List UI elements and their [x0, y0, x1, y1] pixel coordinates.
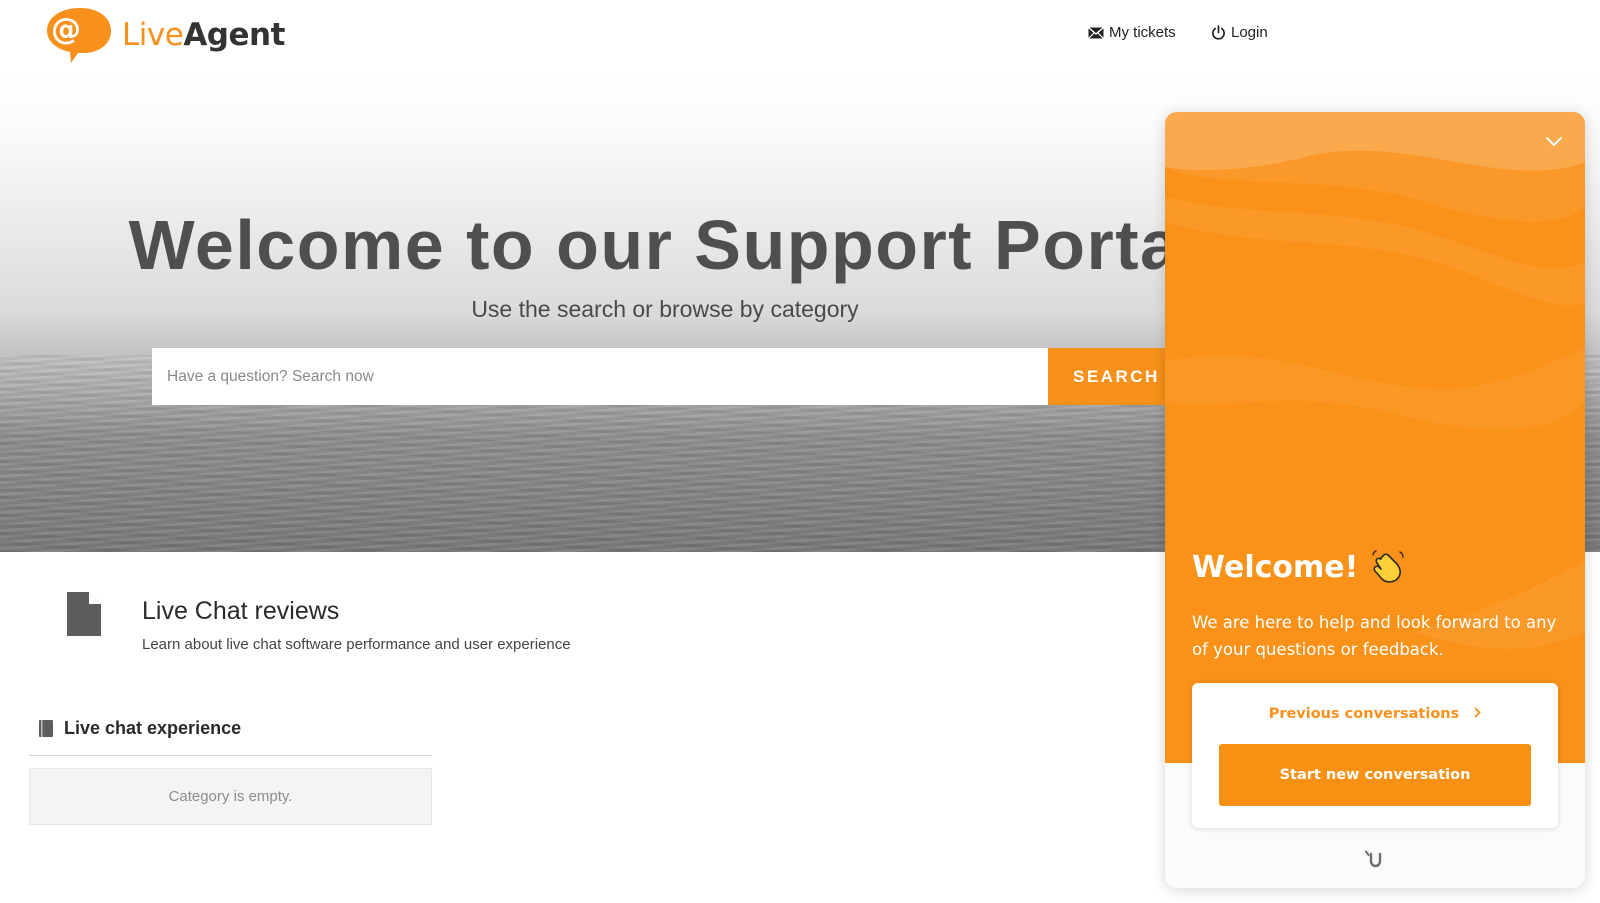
previous-conversations-link[interactable]: Previous conversations [1192, 706, 1558, 722]
page-subtitle: Use the search or browse by category [471, 296, 859, 322]
start-new-conversation-button[interactable]: Start new conversation [1219, 744, 1531, 806]
document-icon[interactable] [67, 592, 101, 636]
divider [29, 755, 432, 756]
svg-text:@: @ [51, 12, 81, 47]
site-header: @ LiveAgent My tickets Login [0, 0, 1600, 75]
chevron-down-icon[interactable] [1545, 136, 1563, 147]
book-icon [39, 720, 53, 737]
envelope-icon [1088, 26, 1104, 39]
liveagent-logo[interactable]: @ LiveAgent [44, 6, 285, 64]
waving-hand-icon [1372, 550, 1405, 583]
subcategory-title: Live chat experience [64, 718, 242, 738]
brand-mark-icon[interactable] [1365, 850, 1383, 868]
previous-conversations-label: Previous conversations [1268, 706, 1460, 722]
category-description: Learn about live chat software performan… [142, 636, 571, 653]
nav-login[interactable]: Login [1211, 24, 1268, 41]
chat-welcome-message: We are here to help and look forward to … [1192, 613, 1557, 659]
chat-welcome-heading: Welcome! [1192, 549, 1406, 585]
nav-login-label: Login [1231, 24, 1268, 41]
power-icon [1212, 25, 1225, 40]
logo-wordmark: LiveAgent [122, 17, 285, 53]
category-title[interactable]: Live Chat reviews [142, 597, 339, 626]
page-title: Welcome to our Support Portal [128, 206, 1202, 284]
chat-header-background: Welcome! We are here to help and look fo… [1165, 112, 1585, 763]
search-input[interactable] [152, 348, 1048, 405]
chat-bubble-logo-icon: @ [47, 8, 111, 63]
nav-my-tickets-label: My tickets [1109, 24, 1176, 41]
chat-welcome-text: Welcome! [1192, 549, 1359, 585]
nav-my-tickets[interactable]: My tickets [1088, 24, 1176, 41]
logo-agent: Agent [183, 17, 285, 53]
chevron-right-icon [1474, 707, 1482, 718]
subcategory-header[interactable]: Live chat experience [38, 718, 241, 739]
wave-decoration [1165, 112, 1585, 649]
logo-live: Live [122, 17, 184, 53]
chat-actions-card: Previous conversations Start new convers… [1192, 683, 1558, 828]
empty-category-notice: Category is empty. [29, 768, 432, 825]
chat-widget: Welcome! We are here to help and look fo… [1165, 112, 1585, 888]
